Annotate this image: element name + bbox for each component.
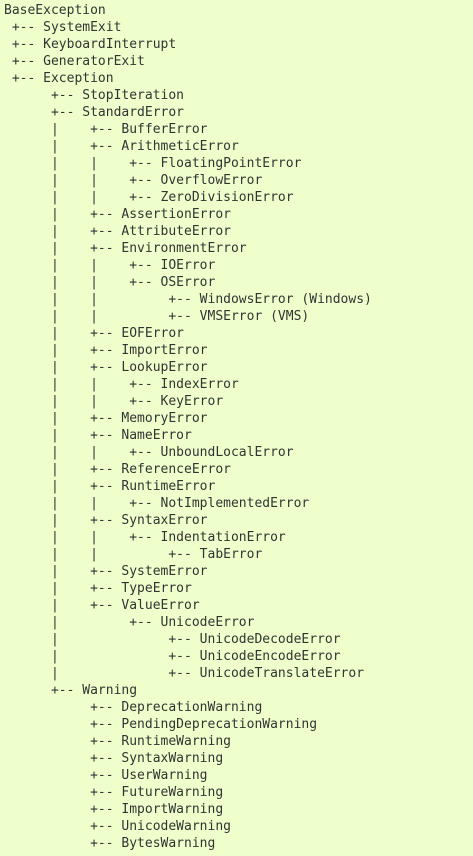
tree-line: | | +-- UnboundLocalError [4, 445, 294, 460]
tree-line: | +-- ReferenceError [4, 462, 231, 477]
tree-line: | +-- UnicodeDecodeError [4, 632, 341, 647]
tree-line: +-- UserWarning [4, 768, 208, 783]
tree-line: | +-- NameError [4, 428, 192, 443]
tree-line: | | +-- WindowsError (Windows) [4, 292, 372, 307]
tree-line: +-- PendingDeprecationWarning [4, 717, 318, 732]
tree-line: | +-- EnvironmentError [4, 241, 247, 256]
tree-line: +-- BytesWarning [4, 836, 216, 851]
tree-line: +-- StandardError [4, 105, 185, 120]
tree-line: | +-- EOFError [4, 326, 185, 341]
tree-line: +-- ImportWarning [4, 802, 224, 817]
tree-line: | +-- UnicodeTranslateError [4, 666, 365, 681]
tree-line: BaseException [4, 3, 106, 18]
tree-line: | | +-- OverflowError [4, 173, 263, 188]
tree-line: | +-- ImportError [4, 343, 208, 358]
tree-line: | +-- BufferError [4, 122, 208, 137]
exception-hierarchy-code-block: BaseException +-- SystemExit +-- Keyboar… [0, 0, 473, 856]
tree-line: | +-- UnicodeEncodeError [4, 649, 341, 664]
tree-line: | +-- TypeError [4, 581, 192, 596]
tree-line: +-- RuntimeWarning [4, 734, 231, 749]
tree-line: | | +-- NotImplementedError [4, 496, 310, 511]
tree-line: | +-- LookupError [4, 360, 208, 375]
tree-line: +-- DeprecationWarning [4, 700, 263, 715]
tree-line: | | +-- VMSError (VMS) [4, 309, 310, 324]
tree-line: +-- SystemExit [4, 20, 122, 35]
tree-line: | | +-- ZeroDivisionError [4, 190, 294, 205]
tree-line: | | +-- FloatingPointError [4, 156, 302, 171]
tree-line: | +-- AttributeError [4, 224, 231, 239]
tree-line: +-- StopIteration [4, 88, 185, 103]
tree-line: +-- FutureWarning [4, 785, 224, 800]
tree-line: +-- UnicodeWarning [4, 819, 231, 834]
tree-line: +-- Exception [4, 71, 114, 86]
tree-line: | | +-- KeyError [4, 394, 224, 409]
tree-line: | | +-- IOError [4, 258, 216, 273]
tree-line: | +-- ValueError [4, 598, 200, 613]
tree-line: +-- GeneratorExit [4, 54, 145, 69]
tree-line: | +-- ArithmeticError [4, 139, 239, 154]
tree-line: | | +-- TabError [4, 547, 263, 562]
tree-line: | | +-- IndentationError [4, 530, 286, 545]
tree-line: | +-- AssertionError [4, 207, 231, 222]
tree-line: | +-- SystemError [4, 564, 208, 579]
tree-line: | +-- UnicodeError [4, 615, 255, 630]
tree-line: | +-- MemoryError [4, 411, 208, 426]
tree-line: +-- Warning [4, 683, 138, 698]
tree-line: | | +-- IndexError [4, 377, 239, 392]
tree-line: | +-- SyntaxError [4, 513, 208, 528]
tree-line: +-- SyntaxWarning [4, 751, 224, 766]
tree-line: | +-- RuntimeError [4, 479, 216, 494]
tree-line: +-- KeyboardInterrupt [4, 37, 177, 52]
tree-line: | | +-- OSError [4, 275, 216, 290]
